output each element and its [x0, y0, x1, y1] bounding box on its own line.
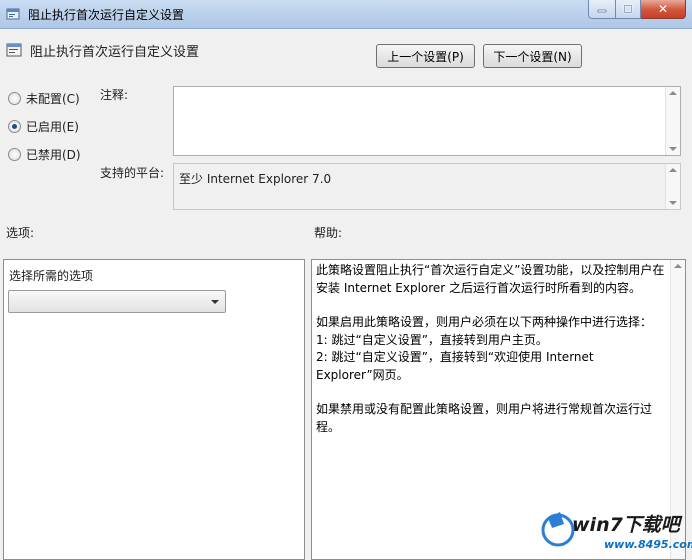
- radio-button[interactable]: [8, 120, 21, 133]
- comment-scrollbar[interactable]: [665, 87, 680, 155]
- radio-label: 已启用(E): [26, 120, 79, 134]
- platform-box: 至少 Internet Explorer 7.0: [173, 163, 681, 210]
- help-paragraph: 如果禁用或没有配置此策略设置，则用户将进行常规首次运行过程。: [316, 402, 653, 434]
- close-button[interactable]: ✕: [641, 0, 686, 19]
- minimize-button[interactable]: [588, 0, 616, 19]
- radio-disabled[interactable]: 已禁用(D): [8, 146, 81, 163]
- chevron-down-icon[interactable]: [211, 300, 219, 304]
- comment-label: 注释:: [100, 88, 129, 102]
- help-paragraph: 如果启用此策略设置，则用户必须在以下两种操作中进行选择：: [316, 315, 653, 329]
- scroll-down-icon[interactable]: [669, 147, 677, 151]
- radio-not-configured[interactable]: 未配置(C): [8, 90, 80, 107]
- scroll-up-icon[interactable]: [669, 168, 677, 172]
- help-paragraph: 1: 跳过“自定义设置”，直接转到用户主页。: [316, 332, 548, 347]
- scroll-down-icon[interactable]: [669, 201, 677, 205]
- next-setting-button[interactable]: 下一个设置(N): [483, 44, 582, 68]
- site-watermark: win7下载吧 www.8495.com: [538, 502, 692, 558]
- comment-textarea[interactable]: [173, 86, 681, 156]
- radio-label: 已禁用(D): [26, 148, 81, 162]
- platform-label: 支持的平台:: [100, 166, 165, 180]
- window-controls: ✕: [588, 0, 686, 20]
- maximize-button[interactable]: [616, 0, 641, 19]
- watermark-brand: win7下载吧: [572, 514, 680, 536]
- close-icon: ✕: [657, 2, 669, 16]
- title-bar: 阻止执行首次运行自定义设置 ✕: [0, 0, 692, 29]
- radio-button[interactable]: [8, 148, 21, 161]
- platform-value: 至少 Internet Explorer 7.0: [179, 172, 332, 186]
- radio-enabled[interactable]: 已启用(E): [8, 118, 79, 135]
- radio-label: 未配置(C): [26, 92, 80, 106]
- previous-setting-button[interactable]: 上一个设置(P): [376, 44, 475, 68]
- radio-button[interactable]: [8, 92, 21, 105]
- policy-setting-icon: [6, 43, 22, 57]
- maximize-icon: [623, 4, 633, 14]
- scroll-up-icon[interactable]: [674, 264, 682, 268]
- options-label: 选项:: [6, 226, 35, 240]
- scroll-up-icon[interactable]: [669, 91, 677, 95]
- help-paragraph: 2: 跳过“自定义设置”，直接转到“欢迎使用 Internet Explorer…: [316, 350, 594, 382]
- window-title: 阻止执行首次运行自定义设置: [28, 8, 185, 22]
- select-option-label: 选择所需的选项: [9, 269, 94, 283]
- watermark-url: www.8495.com: [604, 538, 692, 551]
- help-text: 此策略设置阻止执行“首次运行自定义”设置功能，以及控制用户在安装 Interne…: [316, 262, 666, 453]
- platform-scrollbar[interactable]: [665, 164, 680, 209]
- help-paragraph: 此策略设置阻止执行“首次运行自定义”设置功能，以及控制用户在安装 Interne…: [316, 263, 665, 295]
- minimize-icon: [597, 9, 607, 13]
- policy-window-icon: [6, 8, 20, 20]
- option-dropdown[interactable]: [8, 290, 226, 313]
- help-label: 帮助:: [314, 226, 343, 240]
- setting-title: 阻止执行首次运行自定义设置: [30, 45, 200, 60]
